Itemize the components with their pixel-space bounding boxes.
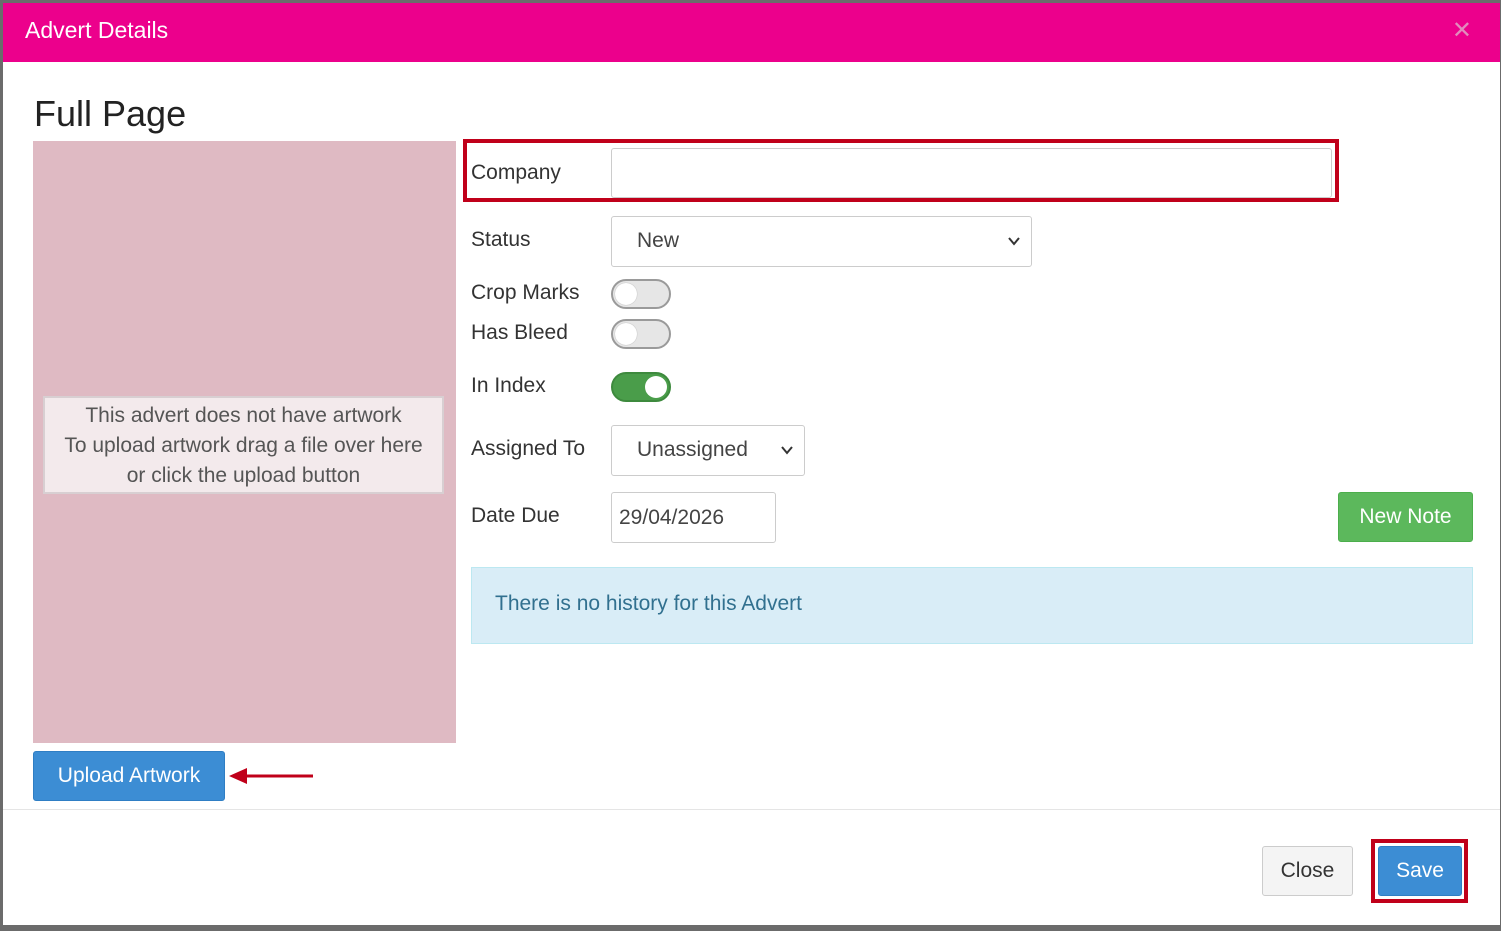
history-message: There is no history for this Advert [495,592,802,615]
artwork-message-line: This advert does not have artwork [85,404,402,427]
assigned-to-selected-value: Unassigned [637,438,748,461]
in-index-label: In Index [471,374,546,397]
company-label: Company [471,161,561,184]
status-selected-value: New [637,229,680,252]
chevron-down-icon [781,446,793,455]
artwork-message-line: or click the upload button [126,464,361,487]
crop-marks-toggle[interactable] [611,279,671,309]
status-label: Status [471,228,531,251]
save-button[interactable]: Save [1378,846,1462,896]
assigned-to-select[interactable]: Unassigned [611,425,805,476]
advert-details-modal: Advert Details ✕ Full Page This advert d… [3,3,1500,925]
upload-artwork-button[interactable]: Upload Artwork [33,751,225,801]
artwork-message-line: To upload artwork drag a file over here [64,434,423,457]
close-icon[interactable]: ✕ [1452,17,1472,45]
company-input[interactable] [611,148,1332,198]
artwork-empty-message: This advert does not have artwork To upl… [43,396,444,494]
history-alert: There is no history for this Advert [471,567,1473,644]
new-note-button[interactable]: New Note [1338,492,1473,542]
artwork-dropzone[interactable]: This advert does not have artwork To upl… [33,141,456,743]
page-title: Full Page [34,93,187,134]
date-due-input[interactable] [611,492,776,543]
assigned-to-label: Assigned To [471,437,586,460]
annotation-arrow-icon [229,768,313,784]
date-due-label: Date Due [471,504,560,527]
chevron-down-icon [1008,237,1020,246]
crop-marks-label: Crop Marks [471,281,580,304]
close-button[interactable]: Close [1262,846,1353,896]
toggle-knob [615,283,637,305]
toggle-knob [615,323,637,345]
has-bleed-label: Has Bleed [471,321,568,344]
modal-title: Advert Details [25,17,169,43]
has-bleed-toggle[interactable] [611,319,671,349]
toggle-knob [645,376,667,398]
status-select[interactable]: New [611,216,1032,267]
modal-header: Advert Details ✕ [3,3,1500,62]
footer-divider [3,809,1500,810]
in-index-toggle[interactable] [611,372,671,402]
